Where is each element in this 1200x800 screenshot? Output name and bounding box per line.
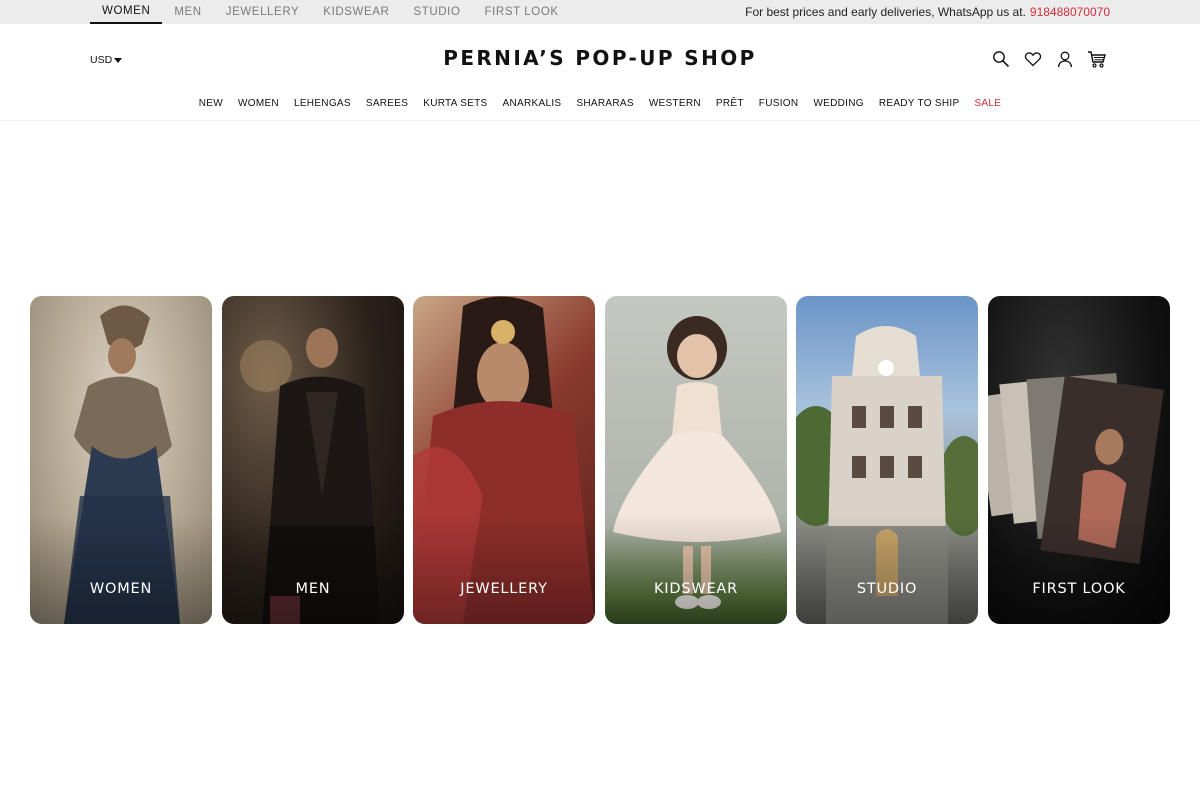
nav-item-wedding[interactable]: WEDDING xyxy=(813,98,863,109)
main-nav: NEW WOMEN LEHENGAS SAREES KURTA SETS ANA… xyxy=(0,95,1200,111)
top-tab-women[interactable]: WOMEN xyxy=(90,0,163,24)
header-icons xyxy=(990,48,1108,70)
card-shade xyxy=(413,514,595,624)
promo-text: For best prices and early deliveries, Wh… xyxy=(745,5,1026,19)
card-shade xyxy=(30,514,212,624)
nav-item-anarkalis[interactable]: ANARKALIS xyxy=(503,98,562,109)
card-shade xyxy=(605,514,787,624)
nav-item-sale[interactable]: SALE xyxy=(974,98,1001,109)
category-card-kidswear[interactable]: KIDSWEAR xyxy=(605,296,787,624)
currency-label: USD xyxy=(90,54,113,66)
top-tab-studio[interactable]: STUDIO xyxy=(401,0,472,24)
nav-item-new[interactable]: NEW xyxy=(199,98,223,109)
nav-item-kurta-sets[interactable]: KURTA SETS xyxy=(423,98,487,109)
account-user-icon[interactable] xyxy=(1054,48,1076,70)
caret-down-icon xyxy=(114,57,123,63)
top-strip: WOMEN MEN JEWELLERY KIDSWEAR STUDIO FIRS… xyxy=(0,0,1200,24)
category-label-men: MEN xyxy=(295,581,331,597)
category-cards: WOMEN MEN JEWELLERY KIDSWEAR STUDIO FIRS… xyxy=(30,296,1170,624)
top-tab-jewellery[interactable]: JEWELLERY xyxy=(214,0,312,24)
top-tab-men[interactable]: MEN xyxy=(162,0,213,24)
cart-icon[interactable] xyxy=(1086,48,1108,70)
category-label-jewellery: JEWELLERY xyxy=(460,581,548,597)
wishlist-heart-icon[interactable] xyxy=(1022,48,1044,70)
category-label-studio: STUDIO xyxy=(856,581,918,597)
nav-item-sarees[interactable]: SAREES xyxy=(366,98,408,109)
nav-item-western[interactable]: WESTERN xyxy=(649,98,701,109)
nav-item-lehengas[interactable]: LEHENGAS xyxy=(294,98,351,109)
card-shade xyxy=(222,514,404,624)
header-divider xyxy=(0,120,1200,121)
site-logo[interactable]: PERNIA’S POP-UP SHOP xyxy=(400,46,800,70)
category-card-studio[interactable]: STUDIO xyxy=(796,296,978,624)
card-shade xyxy=(796,514,978,624)
category-card-first-look[interactable]: FIRST LOOK xyxy=(988,296,1170,624)
nav-item-ready-to-ship[interactable]: READY TO SHIP xyxy=(879,98,960,109)
nav-item-fusion[interactable]: FUSION xyxy=(759,98,799,109)
top-tab-first-look[interactable]: FIRST LOOK xyxy=(473,0,571,24)
category-card-men[interactable]: MEN xyxy=(222,296,404,624)
nav-item-women[interactable]: WOMEN xyxy=(238,98,279,109)
category-card-jewellery[interactable]: JEWELLERY xyxy=(413,296,595,624)
promo-phone-link[interactable]: 918488070070 xyxy=(1030,5,1110,19)
currency-selector[interactable]: USD xyxy=(90,53,123,67)
top-category-tabs: WOMEN MEN JEWELLERY KIDSWEAR STUDIO FIRS… xyxy=(90,0,571,24)
top-tab-kidswear[interactable]: KIDSWEAR xyxy=(311,0,401,24)
card-shade xyxy=(988,514,1170,624)
category-label-women: WOMEN xyxy=(89,581,153,597)
whatsapp-promo: For best prices and early deliveries, Wh… xyxy=(745,0,1110,24)
category-label-kidswear: KIDSWEAR xyxy=(653,581,739,597)
category-label-first-look: FIRST LOOK xyxy=(1032,581,1126,597)
category-card-women[interactable]: WOMEN xyxy=(30,296,212,624)
nav-item-pret[interactable]: PRÊT xyxy=(716,98,744,109)
nav-item-shararas[interactable]: SHARARAS xyxy=(576,98,633,109)
search-icon[interactable] xyxy=(990,48,1012,70)
